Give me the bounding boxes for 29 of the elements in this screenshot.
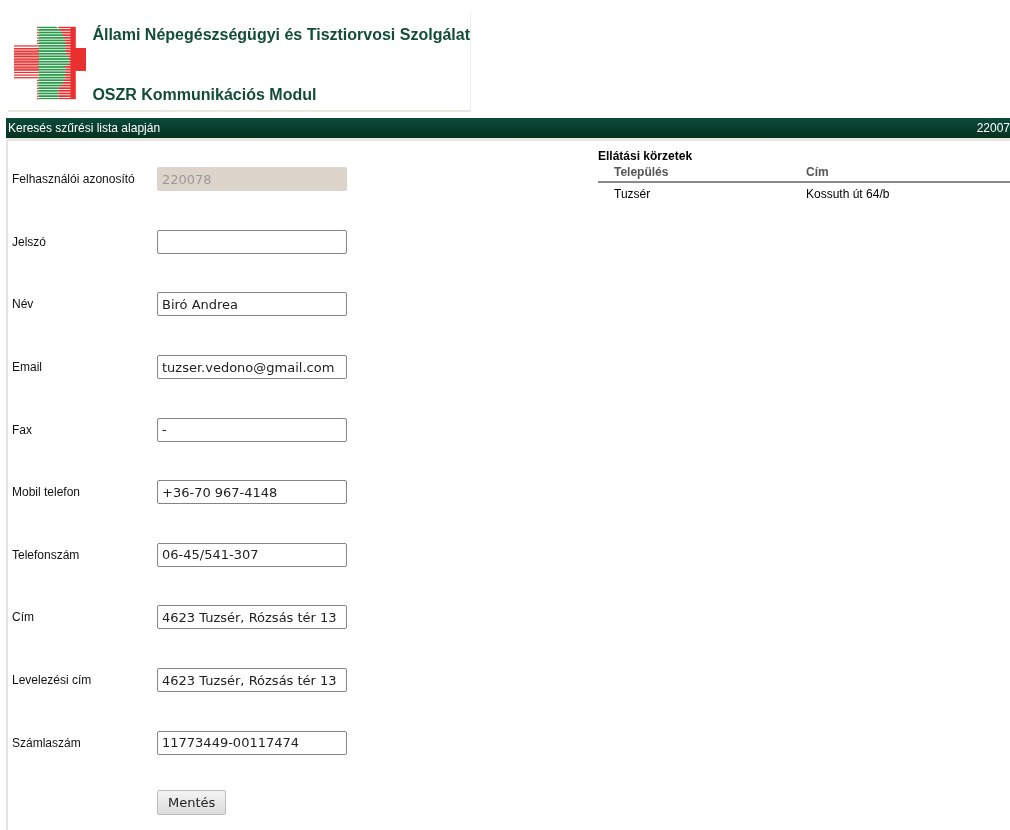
input-field[interactable]: 06-45/541-307 [157, 542, 347, 567]
table-cell-text: Kossuth út 64/b [806, 187, 891, 201]
input-field[interactable] [157, 229, 347, 254]
column-header: Település [614, 165, 670, 179]
input-field[interactable]: 11773449-00117474 [157, 730, 347, 755]
input-field[interactable]: - [157, 417, 347, 442]
field-label: Felhasználói azonosító [11, 172, 136, 187]
input-field[interactable]: Biró Andrea [157, 292, 347, 317]
section-title: Ellátási körzetek [598, 149, 694, 163]
field-label: Számlaszám [11, 735, 82, 750]
field-label: Levelezési cím [11, 673, 93, 688]
field-label: Fax [11, 422, 33, 437]
page-title: Keresés szűrési lista alapján [8, 121, 161, 135]
input-field[interactable]: +36-70 967-4148 [157, 480, 347, 505]
save-button[interactable]: Mentés [157, 790, 227, 816]
column-header: Cím [806, 165, 830, 179]
input-field[interactable]: tuzser.vedono@gmail.com [157, 355, 347, 380]
field-label: Mobil telefon [11, 485, 82, 500]
field-label: Név [11, 297, 35, 312]
input-field[interactable]: 4623 Tuzsér, Rózsás tér 13 [157, 668, 347, 693]
user-id: 22007 [976, 121, 1010, 135]
table-cell-text: Tuzsér [614, 187, 652, 201]
organization-name: Állami Népegészségügyi és Tisztiorvosi Szolgálat [92, 26, 470, 44]
module-name: OSZR Kommunikációs Modul [92, 86, 318, 104]
field-label: Jelszó [11, 234, 47, 249]
input-field[interactable]: 4623 Tuzsér, Rózsás tér 13 [157, 605, 347, 630]
field-label: Cím [11, 610, 35, 625]
field-label: Telefonszám [11, 547, 81, 562]
field-label: Email [11, 360, 43, 375]
